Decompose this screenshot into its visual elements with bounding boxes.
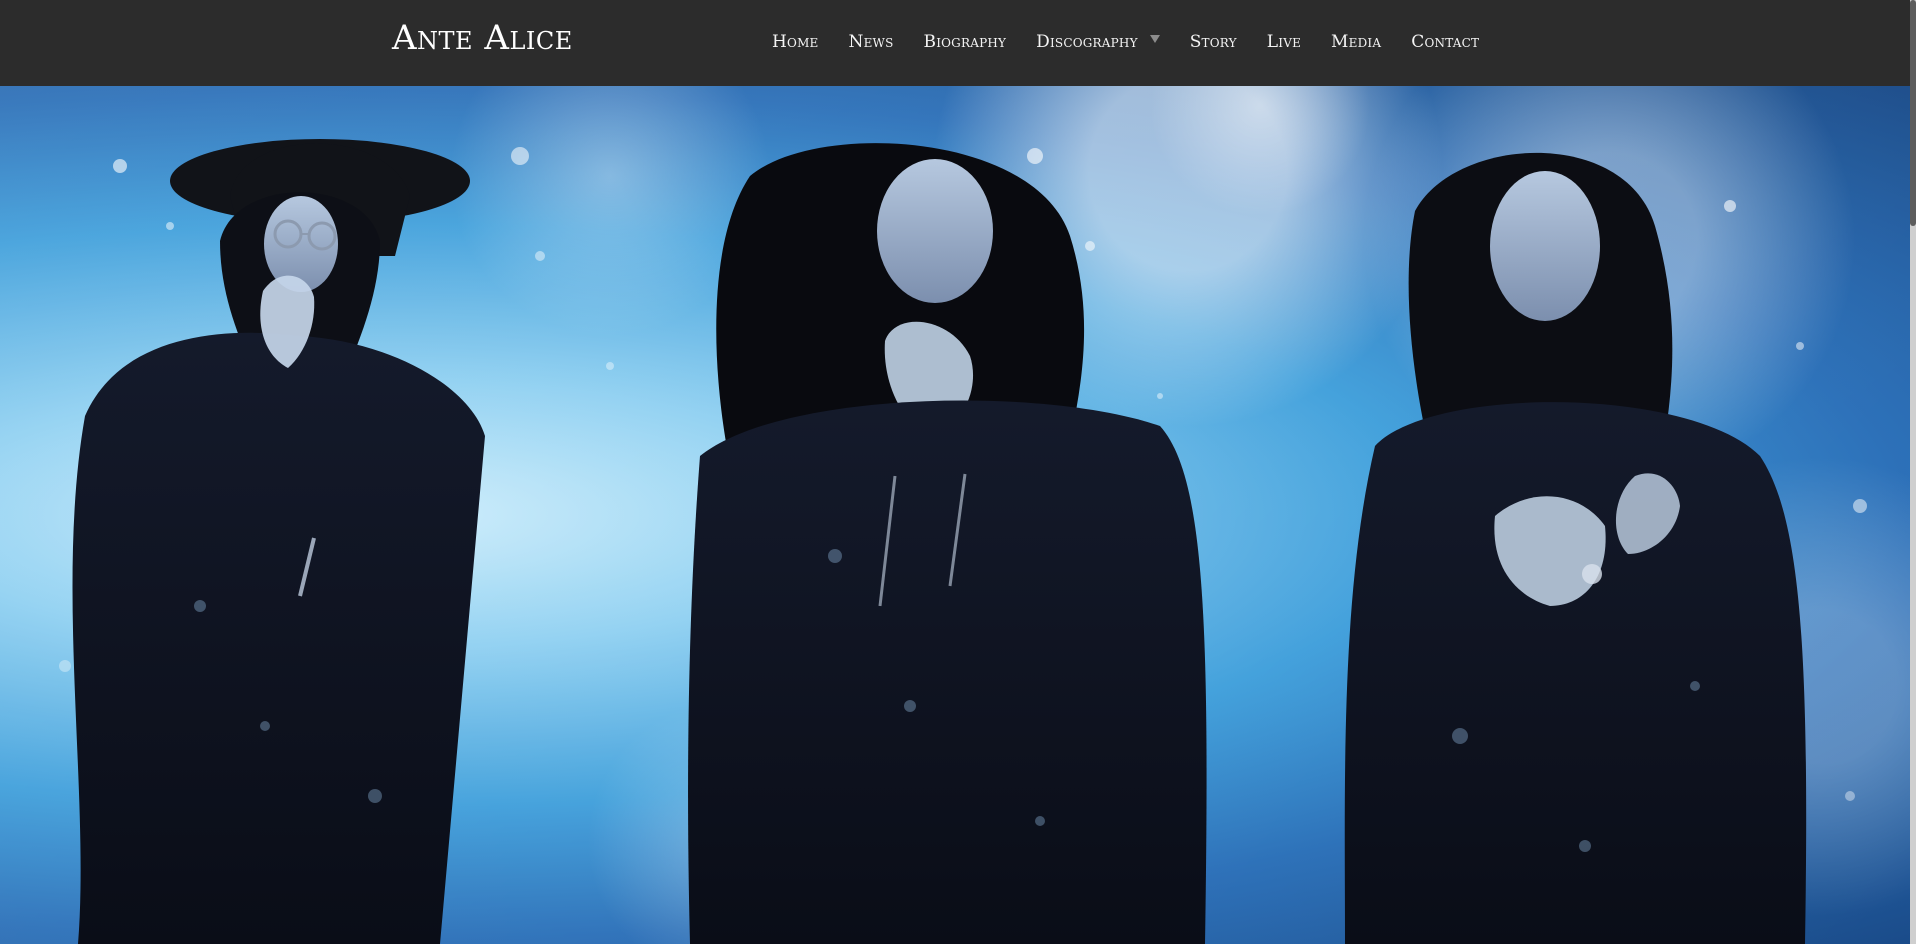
nav-item-biography[interactable]: Biography [924,32,1007,52]
nav-item-story[interactable]: Story [1190,32,1237,52]
nav-item-label: Live [1266,32,1302,52]
band-member-right [1344,152,1807,944]
page-scrollbar[interactable] [1910,0,1916,944]
band-member-center [688,143,1207,944]
nav-item-news[interactable]: News [849,32,894,52]
nav-item-label: Contact [1411,32,1480,52]
nav-item-discography[interactable]: Discography [1036,32,1160,52]
nav-item-label: Discography [1036,32,1138,52]
nav-item-label: News [848,32,894,52]
page: Ante Alice Home News Biography Discograp… [0,0,1916,944]
nav-item-label: Biography [923,32,1007,52]
nav-item-label: Story [1189,32,1237,52]
band-member-left [72,139,485,944]
band-photo-illustration [59,86,1867,944]
nav-item-contact[interactable]: Contact [1411,32,1479,52]
nav-item-label: Media [1331,32,1382,52]
site-header: Ante Alice Home News Biography Discograp… [0,0,1916,86]
hero-image [0,86,1916,944]
scrollbar-thumb[interactable] [1910,0,1916,226]
nav-item-live[interactable]: Live [1267,32,1301,52]
nav-item-label: Home [772,32,819,52]
chevron-down-icon[interactable] [1149,35,1160,43]
main-navigation: Home News Biography Discography Story Li… [772,30,1479,54]
nav-item-media[interactable]: Media [1331,32,1381,52]
nav-item-home[interactable]: Home [772,32,819,52]
logo[interactable]: Ante Alice [392,18,573,58]
